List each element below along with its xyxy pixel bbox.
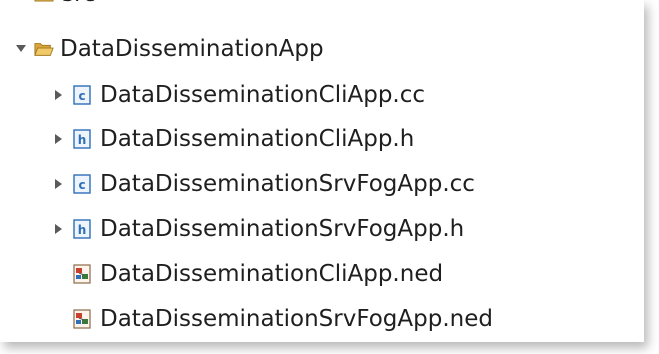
header-file-icon: h [73, 219, 91, 239]
svg-text:c: c [78, 178, 85, 192]
expand-toggle[interactable] [12, 40, 30, 58]
tree-item-datadisseminationapp[interactable]: DataDisseminationApp [12, 29, 324, 69]
triangle-right-icon [55, 224, 62, 234]
tree-item-label: DataDisseminationApp [60, 36, 324, 62]
triangle-right-icon [55, 179, 62, 189]
triangle-right-icon [55, 134, 62, 144]
ned-file-icon [73, 264, 91, 284]
tree-item-label: DataDisseminationSrvFogApp.cc [100, 171, 475, 197]
tree-item-file[interactable]: c DataDisseminationCliApp.cc [50, 75, 425, 115]
tree-item-label: DataDisseminationSrvFogApp.h [100, 216, 465, 242]
tree-item-label: DataDisseminationCliApp.ned [100, 261, 444, 287]
open-folder-icon [34, 43, 54, 56]
expand-toggle[interactable] [50, 175, 68, 193]
tree-item-label: DataDisseminationCliApp.cc [100, 82, 426, 108]
svg-text:c: c [78, 89, 85, 103]
tree-item-label: DataDisseminationCliApp.h [100, 126, 415, 152]
svg-text:h: h [78, 223, 87, 237]
tree-item-label: DataDisseminationSrvFogApp.ned [100, 306, 493, 332]
expand-toggle[interactable] [50, 86, 68, 104]
c-source-file-icon: c [73, 85, 91, 105]
tree-item-file[interactable]: h DataDisseminationCliApp.h [50, 119, 414, 159]
tree-item-file[interactable]: c DataDisseminationSrvFogApp.cc [50, 164, 475, 204]
tree-item-file[interactable]: h DataDisseminationSrvFogApp.h [50, 209, 464, 249]
tree-item-file[interactable]: DataDisseminationCliApp.ned [72, 254, 443, 294]
project-explorer-tree: src DataDisseminationApp c DataDissemina… [0, 0, 644, 342]
folder-icon [34, 0, 54, 2]
triangle-right-icon [55, 90, 62, 100]
tree-item-label: src [62, 0, 96, 7]
expand-toggle[interactable] [50, 220, 68, 238]
ned-file-icon [73, 309, 91, 329]
header-file-icon: h [73, 129, 91, 149]
triangle-down-icon [16, 45, 26, 52]
svg-text:h: h [78, 133, 87, 147]
c-source-file-icon: c [73, 174, 91, 194]
expand-toggle[interactable] [50, 130, 68, 148]
tree-item-file[interactable]: DataDisseminationSrvFogApp.ned [72, 299, 493, 339]
tree-item-src[interactable]: src [34, 0, 96, 14]
